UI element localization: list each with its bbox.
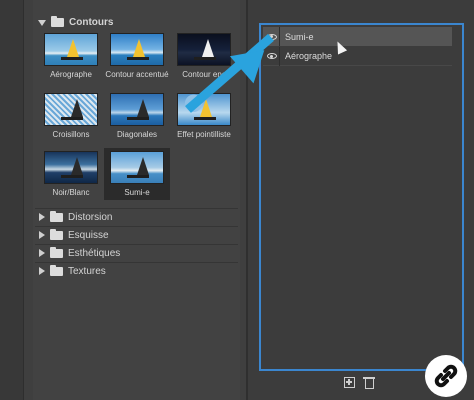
folder-icon xyxy=(50,246,63,258)
thumbnail-image xyxy=(44,151,98,184)
thumbnail-image xyxy=(177,33,231,66)
hull-shape xyxy=(127,175,149,178)
thumbnail-label: Aérographe xyxy=(50,70,92,79)
layer-row-aerographe[interactable]: Aérographe xyxy=(263,46,452,66)
thumbnail-image xyxy=(110,33,164,66)
folder-label: Esquisse xyxy=(68,229,109,241)
layer-actions xyxy=(344,377,375,389)
sail-shape xyxy=(133,39,145,57)
sail-shape xyxy=(137,157,149,175)
folder-icon xyxy=(50,228,63,240)
sail-shape xyxy=(71,157,83,175)
filter-thumbnail[interactable]: Sumi-e xyxy=(104,148,170,200)
divider xyxy=(279,27,280,46)
hull-shape xyxy=(127,117,149,120)
thumbnail-label: Noir/Blanc xyxy=(52,188,90,197)
effect-layers-list: Sumi-e Aérographe xyxy=(259,23,464,371)
sail-shape xyxy=(71,99,83,117)
folder-contours[interactable]: Contours xyxy=(35,14,238,31)
chevron-right-icon[interactable] xyxy=(39,249,45,257)
hull-shape xyxy=(194,117,216,120)
thumbnail-label: Sumi-e xyxy=(124,188,150,197)
hull-shape xyxy=(194,57,216,60)
chevron-right-icon[interactable] xyxy=(39,267,45,275)
folder-label: Textures xyxy=(68,265,106,277)
divider xyxy=(279,46,280,66)
chevron-right-icon[interactable] xyxy=(39,213,45,221)
hull-shape xyxy=(61,117,83,120)
layer-label: Sumi-e xyxy=(285,31,314,42)
left-tool-strip xyxy=(0,0,24,400)
folder-esquisse[interactable]: Esquisse xyxy=(35,226,238,243)
folder-icon xyxy=(50,210,63,222)
filter-thumbnail[interactable]: Noir/Blanc xyxy=(38,148,104,200)
folder-textures[interactable]: Textures xyxy=(35,262,238,279)
folder-esthetiques[interactable]: Esthétiques xyxy=(35,244,238,261)
thumbnail-image xyxy=(44,33,98,66)
hull-shape xyxy=(61,57,83,60)
thumbnail-image xyxy=(110,151,164,184)
sail-shape xyxy=(202,39,214,57)
sail-shape xyxy=(67,39,79,57)
thumbnail-image xyxy=(44,93,98,126)
filter-thumbnail[interactable]: Diagonales xyxy=(104,90,170,142)
thumbnail-label: Croisillons xyxy=(52,130,90,139)
trash-icon[interactable] xyxy=(363,377,375,389)
new-layer-icon[interactable] xyxy=(344,377,355,388)
layer-label: Aérographe xyxy=(285,51,333,61)
folder-icon xyxy=(50,264,63,276)
filter-thumbnail[interactable]: Croisillons xyxy=(38,90,104,142)
sail-shape xyxy=(137,99,149,117)
thumbnail-label: Diagonales xyxy=(116,130,158,139)
folder-icon xyxy=(51,16,64,27)
filter-thumbnail[interactable]: Aérographe xyxy=(38,30,104,82)
folder-distorsion[interactable]: Distorsion xyxy=(35,208,238,225)
thumbnail-image xyxy=(110,93,164,126)
folder-label: Esthétiques xyxy=(68,247,121,259)
filter-thumbnail[interactable]: Contour accentué xyxy=(104,30,170,82)
chevron-right-icon[interactable] xyxy=(39,231,45,239)
hull-shape xyxy=(127,57,149,60)
chevron-down-icon[interactable] xyxy=(38,19,46,26)
folder-label: Distorsion xyxy=(68,211,113,223)
layer-row-sumi-e[interactable]: Sumi-e xyxy=(263,27,452,46)
hull-shape xyxy=(61,175,83,178)
link-icon xyxy=(425,355,467,397)
thumbnail-label: Effet pointilliste xyxy=(177,130,231,139)
thumbnail-label: Contour accentué xyxy=(105,70,169,79)
folder-label: Contours xyxy=(69,17,114,28)
